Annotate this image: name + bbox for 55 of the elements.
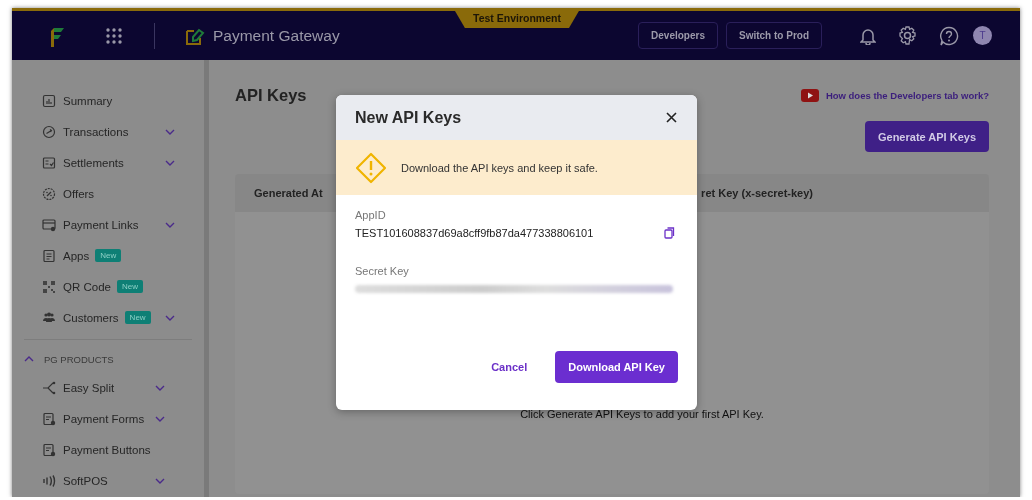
user-avatar[interactable]: T	[973, 26, 992, 45]
sidebar-item[interactable]: Apps New	[12, 240, 175, 271]
generate-button[interactable]: Generate API Keys	[864, 121, 989, 152]
close-button[interactable]	[666, 112, 677, 123]
sidebar-item[interactable]: Customers New	[12, 302, 175, 333]
field-label: Secret Key	[355, 265, 410, 277]
switch-button[interactable]: Switch to Prod	[726, 22, 822, 49]
cancel-button[interactable]: Cancel	[489, 351, 530, 383]
new-badge: New	[116, 280, 143, 293]
copy-button[interactable]	[664, 227, 675, 239]
empty-message: Click Generate API Keys to add your first API Key.	[519, 408, 765, 420]
close-icon	[666, 112, 677, 123]
help-link[interactable]: How does the Developers tab work?	[800, 89, 989, 102]
form-icon	[42, 442, 56, 457]
sidebar-item[interactable]: Payment Links	[12, 209, 175, 240]
discount-icon	[42, 186, 56, 201]
sidebar-item[interactable]: QR Code New	[12, 271, 175, 302]
people-icon	[42, 310, 56, 325]
sidebar-item[interactable]: SoftPOS	[12, 465, 165, 496]
sidebar-item[interactable]: Offers	[12, 178, 175, 209]
section-header[interactable]: PG PRODUCTS	[12, 346, 184, 372]
sidebar-item[interactable]: Settlements	[12, 147, 175, 178]
field-value: TEST101608837d69a8cff9fb87da477338806101	[355, 227, 594, 239]
app-title: Payment Gateway	[213, 26, 340, 45]
environment-badge: Test Environment	[455, 11, 579, 28]
signal-icon	[42, 473, 56, 488]
notification-bell-icon[interactable]	[860, 26, 876, 45]
dialog-title: New API Keys	[355, 108, 462, 127]
help-icon[interactable]	[939, 25, 959, 46]
card-icon	[42, 217, 56, 232]
sidebar-item[interactable]: Payment Forms	[12, 403, 165, 434]
new-badge: New	[124, 311, 151, 324]
developers-button[interactable]: Developers	[638, 22, 718, 49]
warning-text: Download the API keys and keep it safe.	[401, 161, 598, 174]
apps-grid-icon[interactable]	[106, 27, 122, 44]
checklist-icon	[42, 155, 56, 170]
split-icon	[42, 380, 56, 395]
sidebar-item[interactable]: Summary	[12, 85, 175, 116]
sidebar-item[interactable]: Transactions	[12, 116, 175, 147]
video-play-icon	[800, 89, 819, 102]
chart-icon	[42, 93, 56, 108]
form-icon	[42, 411, 56, 426]
qr-code-icon	[42, 279, 56, 294]
new-badge: New	[95, 249, 122, 262]
document-icon	[42, 248, 56, 263]
sidebar-item[interactable]: Easy Split	[12, 372, 165, 403]
warning-icon	[355, 151, 387, 184]
settings-icon[interactable]	[898, 26, 917, 45]
field-label: AppID	[355, 209, 387, 221]
page-title: API Keys	[235, 86, 307, 105]
column-header: ret Key (x-secret-key)	[701, 187, 813, 199]
column-header: Generated At	[253, 187, 323, 199]
download-button[interactable]: Download API Key	[555, 351, 678, 383]
copy-icon	[664, 227, 675, 239]
sidebar-item[interactable]: Payment Buttons	[12, 434, 165, 465]
